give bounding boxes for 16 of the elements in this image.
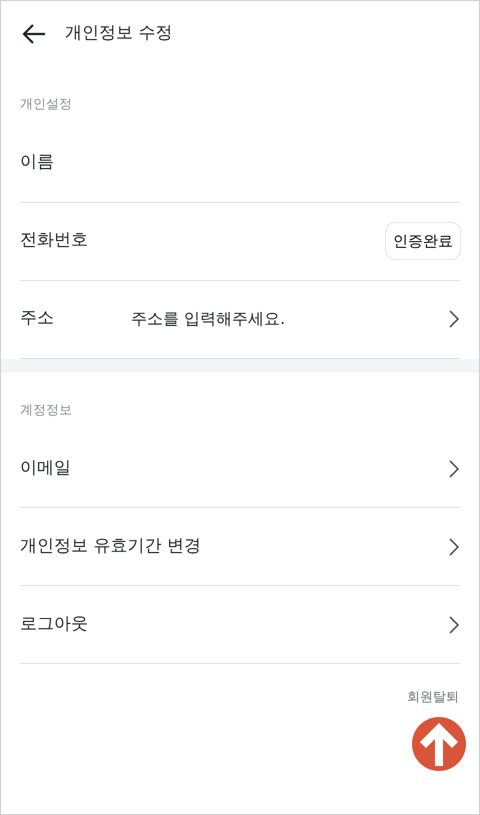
row-label: 전화번호 [20, 229, 88, 252]
chevron-icon [448, 460, 460, 478]
settings-row[interactable]: 개인정보 유효기간 변경 [20, 508, 460, 586]
chevron-icon [448, 616, 460, 634]
settings-row[interactable]: 로그아웃 [20, 586, 460, 664]
section-title: 개인설정 [19, 96, 73, 114]
verified-button[interactable]: 인증완료 [385, 222, 461, 260]
scroll-top-button[interactable] [411, 716, 467, 772]
back-button[interactable] [21, 23, 47, 45]
row-label: 이름 [20, 151, 54, 174]
section-title: 계정정보 [19, 402, 73, 420]
page-title: 개인정보 수정 [65, 22, 172, 46]
chevron-icon [448, 310, 460, 328]
settings-row[interactable]: 이메일 [20, 430, 460, 508]
chevron-icon [448, 538, 460, 556]
withdraw-link[interactable]: 회원탈퇴 [407, 688, 459, 708]
